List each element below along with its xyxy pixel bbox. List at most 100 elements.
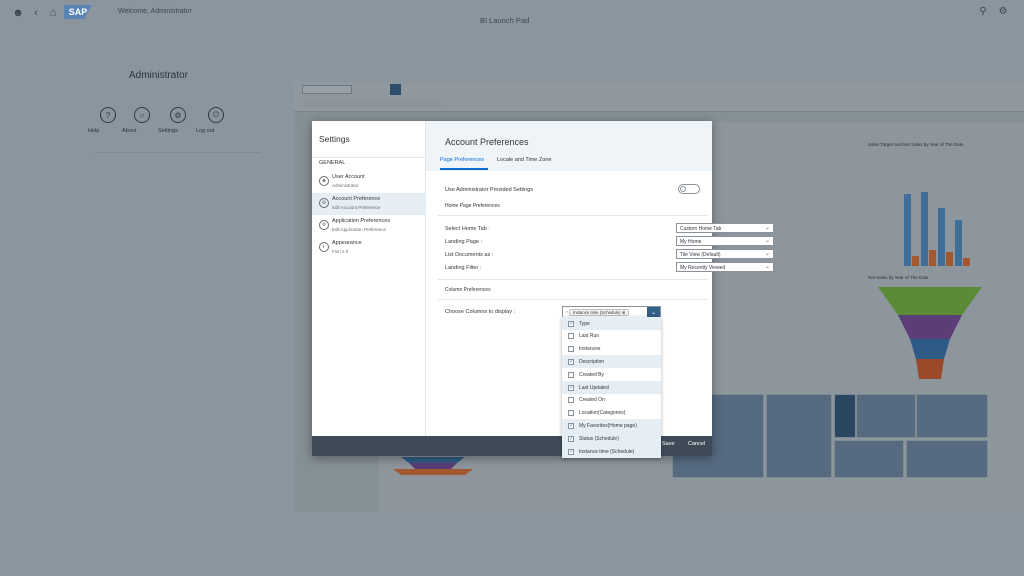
select-value: Tile View (Default) [680, 251, 721, 258]
choose-columns-label: Choose Columns to display : [445, 309, 516, 315]
list-item[interactable]: ✓ Description [562, 355, 661, 369]
gear-icon: ⚙ [319, 198, 329, 208]
checkbox[interactable]: ✓ [568, 358, 574, 365]
option-label: My Favorites(Home page) [579, 422, 637, 429]
content-title: Account Preferences [445, 137, 529, 147]
bg-treemap-block [834, 394, 856, 438]
token-label: Instance time (Schedule) [573, 310, 621, 315]
chevron-down-icon: ⌄ [764, 264, 770, 270]
list-item[interactable]: ✓ My Favorites(Home page) [562, 419, 661, 433]
chevron-down-icon: ⌄ [764, 251, 770, 257]
bg-bar [929, 250, 936, 266]
landing-page-label: Landing Page : [445, 239, 483, 245]
welcome-text: Welcome, Administrator [118, 8, 192, 15]
bg-bar [938, 208, 945, 266]
bg-bar [912, 256, 919, 266]
list-item[interactable]: Created By [562, 368, 661, 381]
option-label: Instance time (Schedule) [579, 448, 635, 455]
bg-treemap-block [906, 440, 988, 478]
home-section-label: Home Page Preferences [445, 203, 500, 209]
option-label: Last Run [579, 333, 600, 340]
checkbox[interactable] [568, 333, 574, 340]
tab-page-preferences[interactable]: Page Preferences [440, 157, 484, 163]
checkbox[interactable] [568, 346, 574, 353]
landing-page-select[interactable]: My Home ⌄ [676, 236, 774, 246]
dashboard-select [302, 85, 352, 94]
user-icon[interactable]: ☻ [10, 5, 26, 21]
nav-divider [312, 157, 426, 158]
settings-tile[interactable]: ⚙ Settings [158, 107, 198, 134]
list-item[interactable]: ✓ Last Updated [562, 381, 661, 394]
launchpad-title: BI Launch Pad [480, 16, 530, 25]
list-item[interactable]: Created On [562, 394, 661, 407]
filter-icon [390, 84, 401, 95]
chevron-down-icon[interactable]: ⌄ [647, 307, 660, 317]
lightbulb-icon: ○ [134, 107, 150, 123]
nav-item-appearance[interactable]: ◐ Appearance Fiori 2.0 [312, 237, 426, 259]
chevron-down-icon: ⌄ [764, 225, 770, 231]
list-item[interactable]: ✓ Status (Schedule) [562, 432, 661, 445]
home-icon[interactable]: ⌂ [45, 5, 61, 21]
settings-icon[interactable]: ⚙ [996, 6, 1010, 20]
admin-title: Administrator [129, 70, 188, 81]
checkbox[interactable]: ✓ [568, 448, 574, 455]
select-value: My Home [680, 238, 702, 245]
tab-locale-time-zone[interactable]: Locale and Time Zone [497, 157, 551, 163]
bg-bar [921, 192, 928, 266]
nav-item-user-account[interactable]: ☻ User Account Administrator [312, 171, 426, 193]
checkbox[interactable] [568, 397, 574, 404]
selected-token[interactable]: Instance time (Schedule) ⊗ [569, 309, 630, 316]
list-item[interactable]: Instances [562, 343, 661, 356]
about-tile[interactable]: ○ About [122, 107, 162, 134]
nav-item-subtitle: Fiori 2.0 [332, 249, 349, 254]
columns-dropdown-list: ✓ Type Last Run Instances ✓ Description Cr… [562, 317, 661, 458]
option-label: Created On [579, 397, 605, 404]
checkbox[interactable]: ✓ [568, 422, 574, 429]
dialog-title: Settings [319, 134, 350, 144]
bg-bar [904, 194, 911, 266]
list-item[interactable]: Last Run [562, 330, 661, 343]
checkbox[interactable]: ✓ [568, 435, 574, 442]
list-item[interactable]: ✓ Type [562, 317, 661, 330]
checkbox[interactable] [568, 410, 574, 417]
admin-divider [95, 152, 260, 153]
section-divider [438, 215, 708, 216]
nav-group-label: GENERAL [319, 160, 346, 166]
sap-logo[interactable]: SAP [64, 5, 92, 19]
save-button[interactable]: Save [662, 441, 675, 447]
about-label: About [122, 128, 137, 134]
checkbox[interactable] [568, 371, 574, 378]
logout-tile[interactable]: ⏻ Log out [196, 107, 236, 134]
active-tab-indicator [440, 168, 488, 170]
logout-label: Log out [196, 128, 215, 134]
back-icon[interactable]: ‹ [28, 5, 44, 21]
settings-nav: Settings GENERAL ☻ User Account Administ… [312, 121, 426, 436]
option-label: Location(Categories) [579, 410, 626, 417]
bg-bar [963, 258, 970, 266]
checkbox[interactable]: ✓ [568, 384, 574, 391]
nav-item-subtitle: Administrator [332, 183, 359, 188]
nav-item-application-preferences[interactable]: ⚙ Application Preferences Edit Applicati… [312, 215, 426, 237]
token-remove-icon[interactable]: × [566, 309, 568, 314]
use-admin-toggle[interactable] [678, 184, 700, 194]
nav-item-account-preference[interactable]: ⚙ Account Preference Edit Account Prefer… [312, 193, 426, 215]
nav-item-title: Account Preference [332, 196, 381, 202]
bg-treemap-block [834, 440, 904, 478]
list-item[interactable]: ✓ Instance time (Schedule) [562, 445, 661, 458]
section-divider [438, 279, 708, 280]
list-documents-label: List Documents as : [445, 252, 494, 258]
bg-funnel-chart [878, 287, 982, 379]
search-icon[interactable]: ⚲ [976, 6, 990, 20]
chevron-down-icon: ⌄ [764, 238, 770, 244]
checkbox[interactable]: ✓ [568, 320, 574, 327]
power-icon: ⏻ [208, 107, 224, 123]
list-documents-select[interactable]: Tile View (Default) ⌄ [676, 249, 774, 259]
home-tab-select[interactable]: Custom Home Tab ⌄ [676, 223, 774, 233]
option-label: Last Updated [579, 384, 609, 391]
nav-item-title: Application Preferences [332, 218, 391, 224]
nav-item-title: User Account [332, 174, 365, 180]
cancel-button[interactable]: Cancel [688, 441, 705, 447]
nav-item-subtitle: Edit Application Preference [332, 227, 387, 232]
list-item[interactable]: Location(Categories) [562, 407, 661, 420]
landing-filter-select[interactable]: My Recently Viewed ⌄ [676, 262, 774, 272]
